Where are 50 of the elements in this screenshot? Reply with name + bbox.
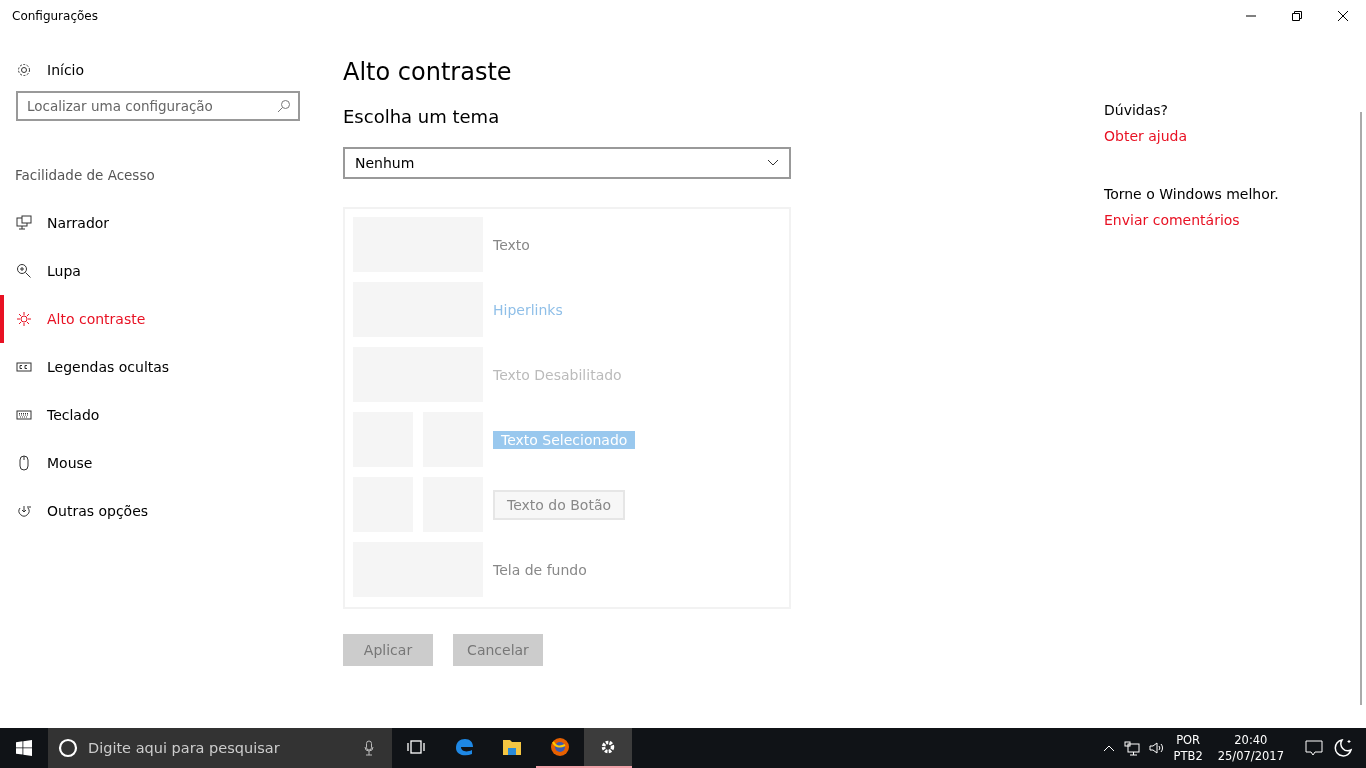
taskbar-search-field[interactable]: Digite aqui para pesquisar bbox=[48, 728, 392, 768]
microphone-icon bbox=[364, 740, 374, 756]
nav-item[interactable]: Lupa bbox=[0, 247, 330, 295]
nav-item[interactable]: Alto contraste bbox=[0, 295, 330, 343]
taskbar-app[interactable] bbox=[584, 728, 632, 768]
theme-dropdown[interactable]: Nenhum bbox=[343, 147, 791, 179]
section-title: Escolha um tema bbox=[343, 106, 501, 127]
page-title: Alto contraste bbox=[343, 58, 513, 86]
section-heading: Facilidade de Acesso bbox=[15, 167, 156, 183]
close-icon[interactable] bbox=[1337, 10, 1349, 22]
nav-item[interactable]: Mouse bbox=[0, 439, 330, 487]
aside-link[interactable]: Enviar comentários bbox=[1104, 212, 1240, 228]
firefox-icon bbox=[549, 736, 571, 758]
restore-icon[interactable] bbox=[1291, 10, 1303, 22]
chevron-down-icon bbox=[767, 159, 779, 167]
sample-background-text: Tela de fundo bbox=[493, 561, 587, 578]
window-title: Configurações bbox=[12, 9, 98, 23]
aside-heading: Dúvidas? bbox=[1104, 102, 1169, 118]
sample-disabled-text: Texto Desabilitado bbox=[493, 366, 622, 383]
closed-captions-icon bbox=[16, 359, 32, 375]
aside-link[interactable]: Obter ajuda bbox=[1104, 128, 1188, 144]
other-options-icon bbox=[16, 503, 32, 519]
nav-item[interactable]: Teclado bbox=[0, 391, 330, 439]
sample-selected-text: Texto Selecionado bbox=[493, 430, 636, 449]
search-field[interactable]: Localizar uma configuração bbox=[16, 91, 300, 121]
clock[interactable]: 20:40 25/07/2017 bbox=[1217, 732, 1284, 764]
notification-icon[interactable] bbox=[1305, 740, 1323, 756]
contrast-sun-icon bbox=[16, 311, 32, 327]
narrator-icon bbox=[16, 215, 32, 231]
mouse-icon bbox=[16, 455, 32, 471]
scrollbar[interactable] bbox=[1360, 112, 1362, 705]
input-language-indicator[interactable]: POR PTB2 bbox=[1173, 732, 1203, 764]
sample-text: Texto bbox=[493, 236, 530, 253]
nav-item[interactable]: Narrador bbox=[0, 199, 330, 247]
search-icon bbox=[277, 99, 291, 113]
nav-item[interactable]: Legendas ocultas bbox=[0, 343, 330, 391]
gear-icon bbox=[16, 62, 32, 78]
browser-e-icon bbox=[453, 736, 475, 758]
keyboard-icon bbox=[16, 407, 32, 423]
chevron-up-icon[interactable] bbox=[1102, 744, 1115, 752]
aside-heading: Torne o Windows melhor. bbox=[1104, 186, 1279, 202]
magnifier-icon bbox=[16, 263, 32, 279]
windows-logo-icon bbox=[16, 740, 32, 756]
moon-icon[interactable] bbox=[1332, 737, 1354, 759]
cortana-circle-icon bbox=[58, 738, 78, 758]
sample-hyperlink: Hiperlinks bbox=[493, 301, 563, 318]
nav-item[interactable]: Outras opções bbox=[0, 487, 330, 535]
home-link[interactable]: Início bbox=[0, 52, 101, 88]
network-icon[interactable] bbox=[1123, 740, 1140, 756]
speaker-icon[interactable] bbox=[1148, 740, 1165, 756]
